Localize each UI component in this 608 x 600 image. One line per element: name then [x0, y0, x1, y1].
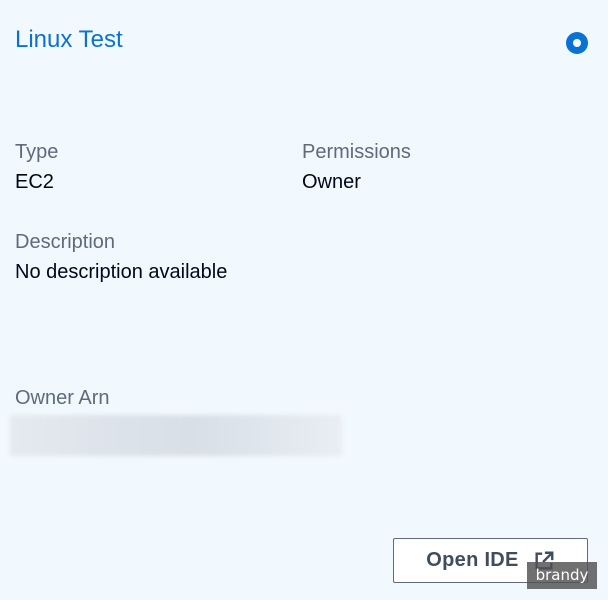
owner-arn-value-obscured	[10, 415, 342, 456]
radio-dot-icon	[573, 39, 581, 47]
type-label: Type	[15, 141, 59, 163]
permissions-value: Owner	[302, 171, 361, 193]
selection-radio[interactable]	[566, 32, 588, 54]
description-value: No description available	[15, 261, 228, 283]
permissions-label: Permissions	[302, 141, 411, 163]
environment-card[interactable]: Linux Test Type EC2 Permissions Owner De…	[0, 0, 608, 600]
watermark-label: brandy	[527, 562, 597, 589]
description-label: Description	[15, 231, 116, 253]
owner-arn-label: Owner Arn	[15, 387, 110, 409]
card-title[interactable]: Linux Test	[15, 25, 123, 55]
open-ide-label: Open IDE	[426, 549, 519, 571]
type-value: EC2	[15, 171, 54, 193]
